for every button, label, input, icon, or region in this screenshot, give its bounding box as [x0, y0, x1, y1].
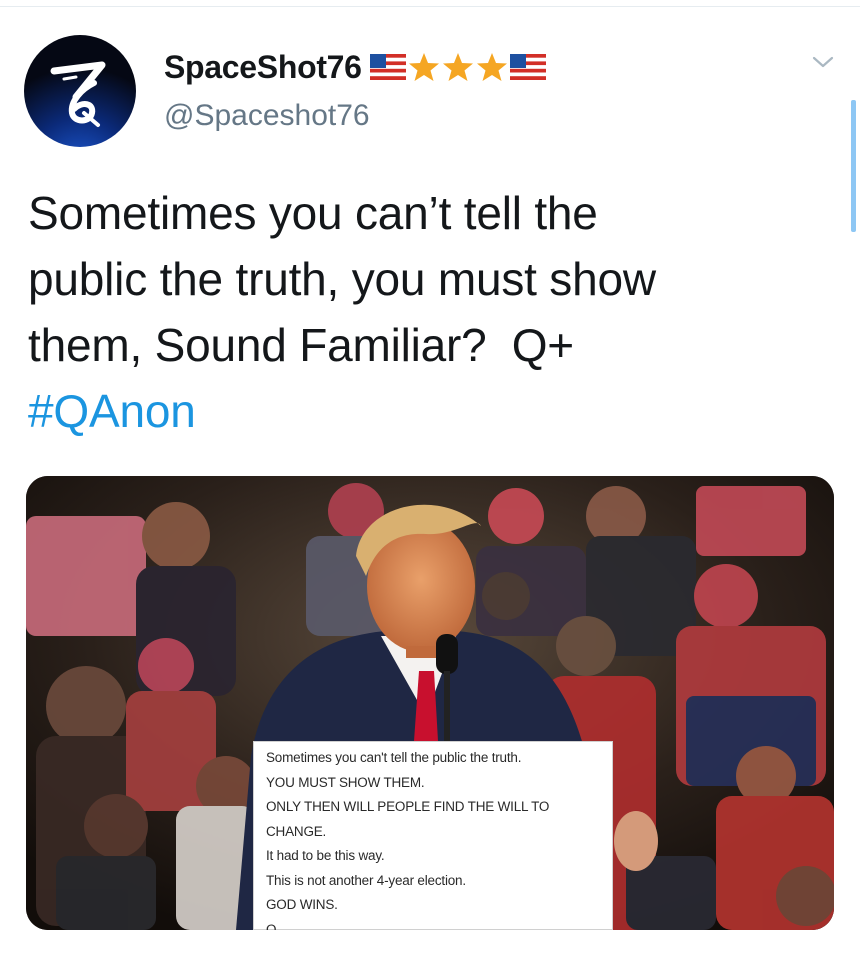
user-handle[interactable]: @Spaceshot76 [164, 99, 370, 133]
us-flag-icon [509, 54, 546, 80]
caption-line: GOD WINS. [266, 897, 338, 912]
top-divider [0, 6, 860, 7]
caption-line: ONLY THEN WILL PEOPLE FIND THE WILL TO [266, 799, 550, 814]
tweet-text-line: Sometimes you can’t tell the [28, 187, 598, 239]
tweet-text-line: them, Sound Familiar? Q+ [28, 319, 574, 371]
hashtag-link[interactable]: #QAnon [28, 378, 828, 444]
chevron-down-icon[interactable] [810, 53, 836, 71]
star-icon [442, 53, 473, 81]
quote-caption-box: Sometimes you can't tell the public the … [253, 741, 613, 930]
caption-line: YOU MUST SHOW THEM. [266, 774, 425, 790]
display-name[interactable]: SpaceShot76 [164, 49, 362, 86]
star-icon [408, 53, 439, 81]
caption-line: This is not another 4-year election. [266, 872, 466, 888]
star-icon [476, 53, 507, 81]
caption-line: Sometimes you can't tell the public the … [266, 750, 522, 765]
avatar-logo-icon [50, 61, 106, 127]
caption-line: Q [266, 921, 277, 931]
tweet-media-image[interactable]: Sometimes you can't tell the public the … [26, 476, 834, 930]
tweet-text: Sometimes you can’t tell the public the … [28, 180, 828, 444]
scrollbar[interactable] [851, 100, 856, 232]
name-row: SpaceShot76 [164, 45, 546, 89]
avatar[interactable] [24, 35, 136, 147]
tweet-text-line: public the truth, you must show [28, 253, 656, 305]
caption-line: CHANGE. [266, 823, 327, 839]
us-flag-icon [369, 54, 406, 80]
caption-line: It had to be this way. [266, 848, 385, 863]
name-emoji-strip [369, 51, 546, 83]
